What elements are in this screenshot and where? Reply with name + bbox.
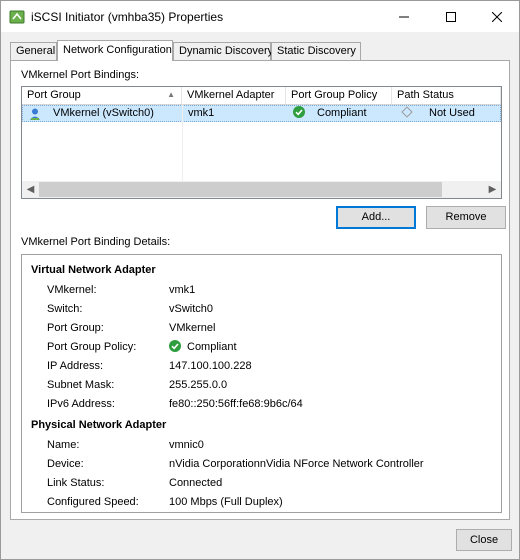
field-value-name: vmnic0 [169, 439, 204, 451]
field-value-port-group: VMkernel [169, 322, 216, 334]
field-value-vmkernel: vmk1 [169, 284, 196, 296]
cell-port-group: VMkernel (vSwitch0) [53, 107, 154, 119]
horizontal-scrollbar[interactable]: ◀ ▶ [22, 181, 501, 198]
compliant-check-icon [169, 340, 181, 352]
field-label: Port Group Policy: [47, 341, 137, 353]
close-button[interactable]: Close [456, 529, 512, 551]
field-label: Name: [47, 439, 80, 451]
field-value-ip-address: 147.100.100.228 [169, 360, 252, 372]
field-value-configured-speed: 100 Mbps (Full Duplex) [169, 496, 283, 508]
field-label: VMkernel: [47, 284, 97, 296]
field-label: IP Address: [47, 360, 104, 372]
remove-button[interactable]: Remove [426, 206, 506, 229]
field-value-subnet-mask: 255.255.0.0 [169, 379, 228, 391]
cell-path-status: Not Used [395, 106, 475, 121]
window-title: iSCSI Initiator (vmhba35) Properties [31, 10, 224, 24]
close-window-button[interactable] [474, 1, 520, 32]
minimize-button[interactable] [381, 1, 427, 32]
vmkernel-adapter-icon [28, 107, 42, 121]
list-header: Port Group ▲ VMkernel Adapter Port Group… [22, 87, 501, 105]
field-label: Subnet Mask: [47, 379, 115, 391]
column-header-path-status[interactable]: Path Status [392, 87, 501, 104]
field-label: Switch: [47, 303, 83, 315]
compliant-check-icon [293, 106, 305, 118]
field-value-switch: vSwitch0 [169, 303, 214, 315]
properties-window: iSCSI Initiator (vmhba35) Properties Gen… [0, 0, 520, 560]
column-header-port-group[interactable]: Port Group ▲ [22, 87, 182, 104]
scroll-right-icon[interactable]: ▶ [484, 181, 501, 198]
field-label: Device: [47, 458, 84, 470]
sort-ascending-icon: ▲ [167, 90, 175, 99]
tab-general[interactable]: General [10, 42, 57, 60]
field-value-ipv6-address: fe80::250:56ff:fe68:9b6c/64 [169, 398, 303, 410]
cell-vmkernel-adapter: vmk1 [188, 107, 215, 119]
physical-adapter-heading: Physical Network Adapter [31, 419, 167, 431]
field-label: Port Group: [47, 322, 104, 334]
maximize-icon [446, 11, 456, 22]
field-value-device: nVidia CorporationnVidia NForce Network … [169, 458, 424, 470]
title-bar[interactable]: iSCSI Initiator (vmhba35) Properties [1, 1, 519, 32]
binding-details-box: Virtual Network Adapter VMkernel: vmk1 S… [21, 254, 502, 513]
virtual-adapter-heading: Virtual Network Adapter [31, 264, 156, 276]
field-label: Link Status: [47, 477, 105, 489]
field-label: Configured Speed: [47, 496, 139, 508]
minimize-icon [399, 16, 409, 17]
network-configuration-panel: VMkernel Port Bindings: Port Group ▲ VMk… [10, 60, 510, 520]
iscsi-app-icon [9, 9, 25, 25]
cell-port-group-policy: Compliant [293, 106, 367, 121]
tab-network-configuration[interactable]: Network Configuration [57, 40, 173, 61]
close-icon [492, 11, 502, 22]
column-header-vmkernel-adapter[interactable]: VMkernel Adapter [182, 87, 286, 104]
add-button[interactable]: Add... [336, 206, 416, 229]
path-status-diamond-icon [401, 106, 413, 118]
port-bindings-list[interactable]: Port Group ▲ VMkernel Adapter Port Group… [21, 86, 502, 199]
maximize-button[interactable] [428, 1, 474, 32]
port-bindings-label: VMkernel Port Bindings: [21, 69, 139, 81]
table-row[interactable]: VMkernel (vSwitch0) vmk1 Compliant Not U… [22, 105, 501, 122]
scrollbar-thumb[interactable] [39, 182, 442, 197]
tab-dynamic-discovery[interactable]: Dynamic Discovery [173, 42, 273, 60]
binding-details-label: VMkernel Port Binding Details: [21, 236, 171, 248]
field-value-link-status: Connected [169, 477, 223, 489]
tab-static-discovery[interactable]: Static Discovery [271, 42, 361, 60]
field-label: IPv6 Address: [47, 398, 115, 410]
field-value-port-group-policy: Compliant [169, 340, 237, 353]
column-header-port-group-policy[interactable]: Port Group Policy [286, 87, 392, 104]
scroll-left-icon[interactable]: ◀ [22, 181, 39, 198]
